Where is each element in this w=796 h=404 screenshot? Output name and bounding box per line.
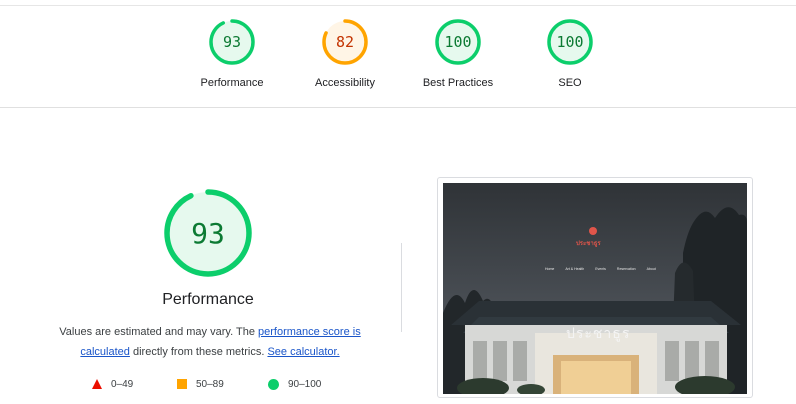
legend-pass: 90–100	[268, 377, 321, 391]
performance-gauge-large: 93	[162, 187, 254, 279]
gauge-score: 100	[444, 33, 472, 51]
site-logo-text: ประชาธูร	[576, 241, 601, 247]
gauge-score: 93	[222, 33, 242, 51]
gauge-label-accessibility: Accessibility	[315, 77, 375, 89]
performance-title: Performance	[162, 291, 254, 308]
legend-average: 50–89	[177, 377, 224, 391]
site-nav-item: Home	[545, 267, 555, 271]
gauge-score: 82	[335, 33, 355, 51]
legend-average-label: 50–89	[196, 378, 224, 390]
gauge-label-performance: Performance	[200, 77, 264, 89]
gauge-score: 100	[556, 33, 584, 51]
building-sign: ประชาธูร	[566, 326, 631, 342]
site-nav-item: Reservation	[616, 267, 636, 271]
site-nav: Home Art & Health Events Reservation Abo…	[545, 267, 667, 271]
gauge-best-practices[interactable]: 100	[434, 18, 482, 66]
top-divider	[0, 5, 796, 6]
gauge-accessibility[interactable]: 82	[321, 18, 369, 66]
final-screenshot[interactable]: ประชาธูร Home Art & Health Events Reserv…	[437, 177, 753, 398]
screenshot-image: ประชาธูร Home Art & Health Events Reserv…	[443, 183, 747, 394]
calculator-link[interactable]: See calculator.	[267, 346, 339, 358]
description-text-2: directly from these metrics.	[129, 346, 268, 358]
legend-fail: 0–49	[92, 377, 133, 391]
site-nav-item: About	[646, 267, 656, 271]
legend-fail-label: 0–49	[111, 378, 134, 390]
gauge-performance[interactable]: 93	[208, 18, 256, 66]
square-icon	[177, 379, 187, 389]
legend-pass-label: 90–100	[288, 378, 322, 390]
score-description: Values are estimated and may vary. The p…	[40, 322, 380, 362]
circle-icon	[268, 378, 279, 390]
triangle-icon	[92, 379, 102, 389]
description-text: Values are estimated and may vary. The	[59, 326, 258, 338]
building-illustration	[443, 183, 747, 394]
gauge-label-seo: SEO	[558, 77, 582, 89]
vertical-divider	[401, 243, 402, 332]
performance-score-large: 93	[191, 216, 225, 250]
site-nav-item: Art & Health	[565, 267, 585, 271]
gauge-seo[interactable]: 100	[546, 18, 594, 66]
site-nav-item: Events	[595, 267, 606, 271]
section-divider	[0, 107, 796, 108]
gauge-label-best-practices: Best Practices	[422, 77, 494, 89]
